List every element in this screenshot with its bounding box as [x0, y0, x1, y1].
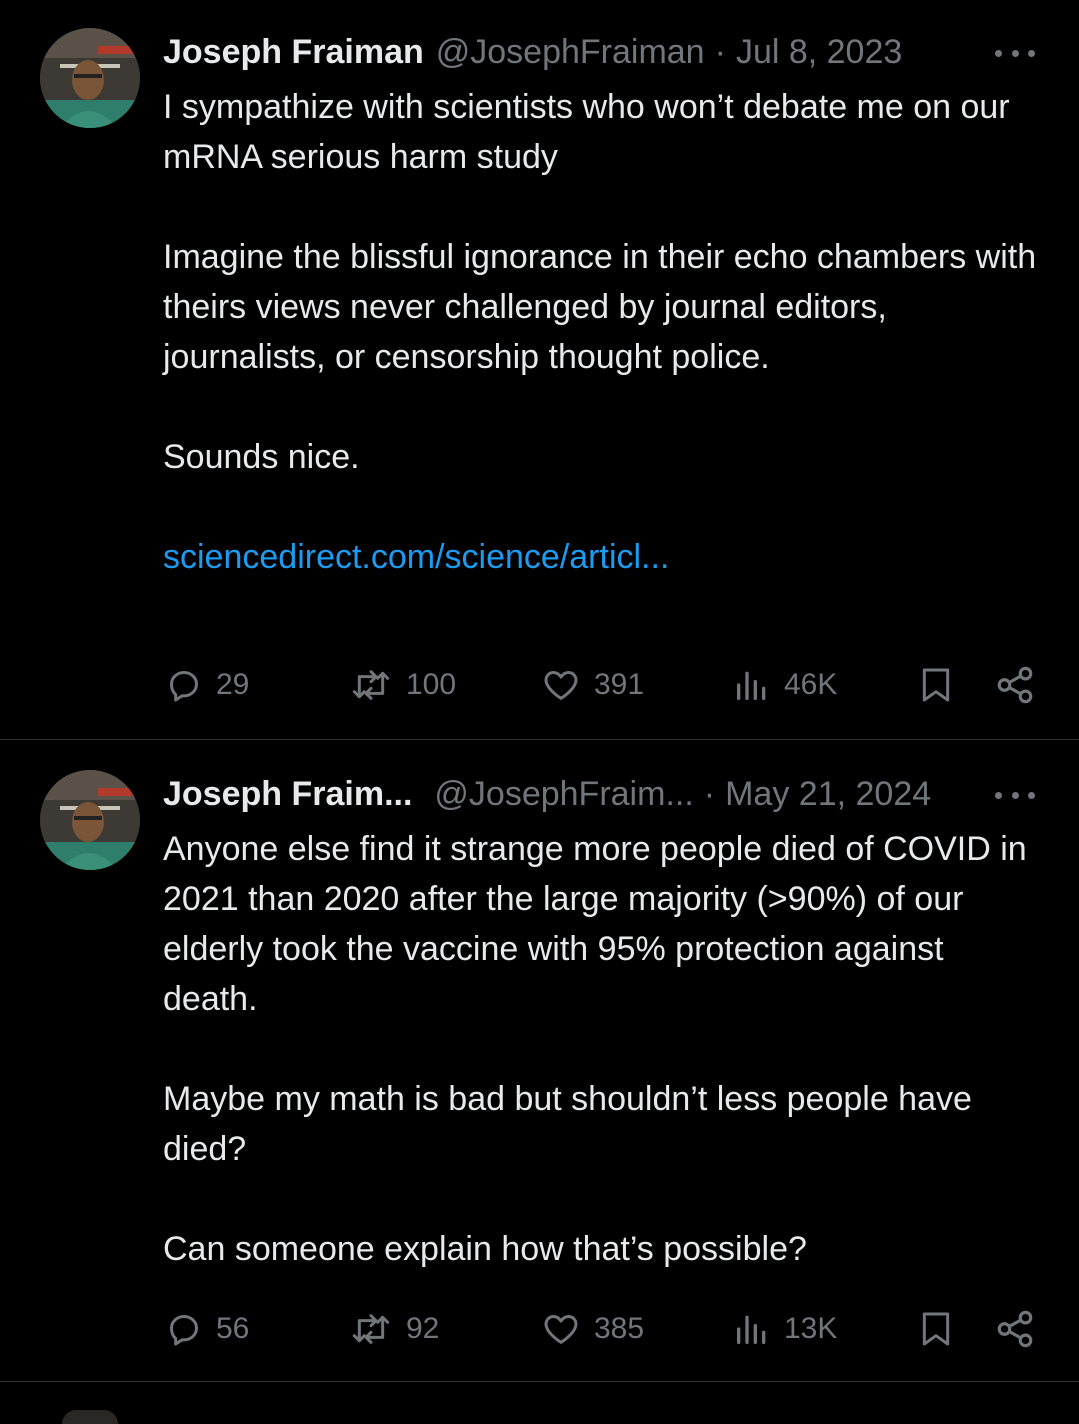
heart-icon: [544, 671, 578, 700]
like-button[interactable]: 385: [540, 1304, 644, 1354]
repost-count: 92: [406, 1312, 440, 1345]
like-count: 391: [594, 668, 645, 701]
views-button[interactable]: 46K: [732, 660, 837, 710]
share-button[interactable]: [994, 1304, 1048, 1354]
reply-count: 56: [216, 1312, 250, 1345]
tweet-paragraph: Sounds nice.: [163, 438, 360, 476]
share-button[interactable]: [994, 660, 1048, 710]
separator: ·: [703, 774, 716, 813]
divider: [0, 739, 1079, 740]
tweet-text: I sympathize with scientists who won’t d…: [163, 82, 1043, 582]
bookmark-icon: [922, 1312, 950, 1346]
separator: ·: [714, 32, 726, 71]
reply-button[interactable]: 29: [164, 660, 249, 710]
tweet-text: Anyone else find it strange more people …: [163, 824, 1043, 1274]
views-count: 46K: [784, 668, 838, 701]
repost-button[interactable]: 100: [348, 660, 456, 710]
repost-icon: [352, 670, 390, 700]
tweet-paragraph: I sympathize with scientists who won’t d…: [163, 88, 1010, 176]
heart-icon: [544, 1315, 578, 1344]
reply-button[interactable]: 56: [164, 1304, 249, 1354]
tweet-header: Joseph Fraim... @JosephFraim... · May 21…: [163, 770, 931, 818]
reply-icon: [170, 1315, 198, 1346]
like-count: 385: [594, 1312, 645, 1345]
timestamp[interactable]: Jul 8, 2023: [736, 33, 902, 72]
tweet-paragraph: Maybe my math is bad but shouldn’t less …: [163, 1080, 972, 1168]
analytics-icon: [737, 1315, 766, 1344]
user-handle[interactable]: @JosephFraim...: [434, 775, 693, 814]
bookmark-button[interactable]: [916, 660, 968, 710]
views-button[interactable]: 13K: [732, 1304, 837, 1354]
share-icon: [997, 1310, 1033, 1348]
reply-count: 29: [216, 668, 250, 701]
more-options-icon[interactable]: [995, 780, 1035, 810]
share-icon: [997, 666, 1033, 704]
avatar[interactable]: [40, 770, 140, 870]
repost-count: 100: [406, 668, 457, 701]
next-tweet-avatar: [62, 1410, 118, 1424]
timestamp[interactable]: May 21, 2024: [725, 775, 931, 814]
tweet-header: Joseph Fraiman @JosephFraiman · Jul 8, 2…: [163, 28, 902, 76]
user-handle[interactable]: @JosephFraiman: [436, 33, 705, 72]
avatar[interactable]: [40, 28, 140, 128]
display-name[interactable]: Joseph Fraim...: [163, 775, 412, 814]
tweet-paragraph: Anyone else find it strange more people …: [163, 830, 1027, 1018]
tweet-actions: 29 100 391 46K: [160, 660, 1040, 710]
reply-icon: [170, 671, 198, 702]
bookmark-button[interactable]: [916, 1304, 968, 1354]
display-name[interactable]: Joseph Fraiman: [163, 33, 424, 72]
tweet-paragraph: Imagine the blissful ignorance in their …: [163, 238, 1037, 376]
divider: [0, 1381, 1079, 1382]
tweet-paragraph: Can someone explain how that’s possible?: [163, 1230, 807, 1268]
analytics-icon: [737, 671, 766, 700]
tweet-actions: 56 92 385 13K: [160, 1304, 1040, 1354]
tweet-link[interactable]: sciencedirect.com/science/articl...: [163, 538, 669, 576]
views-count: 13K: [784, 1312, 838, 1345]
bookmark-icon: [922, 668, 950, 702]
repost-button[interactable]: 92: [348, 1304, 439, 1354]
repost-icon: [352, 1314, 390, 1344]
more-options-icon[interactable]: [995, 38, 1035, 68]
like-button[interactable]: 391: [540, 660, 644, 710]
